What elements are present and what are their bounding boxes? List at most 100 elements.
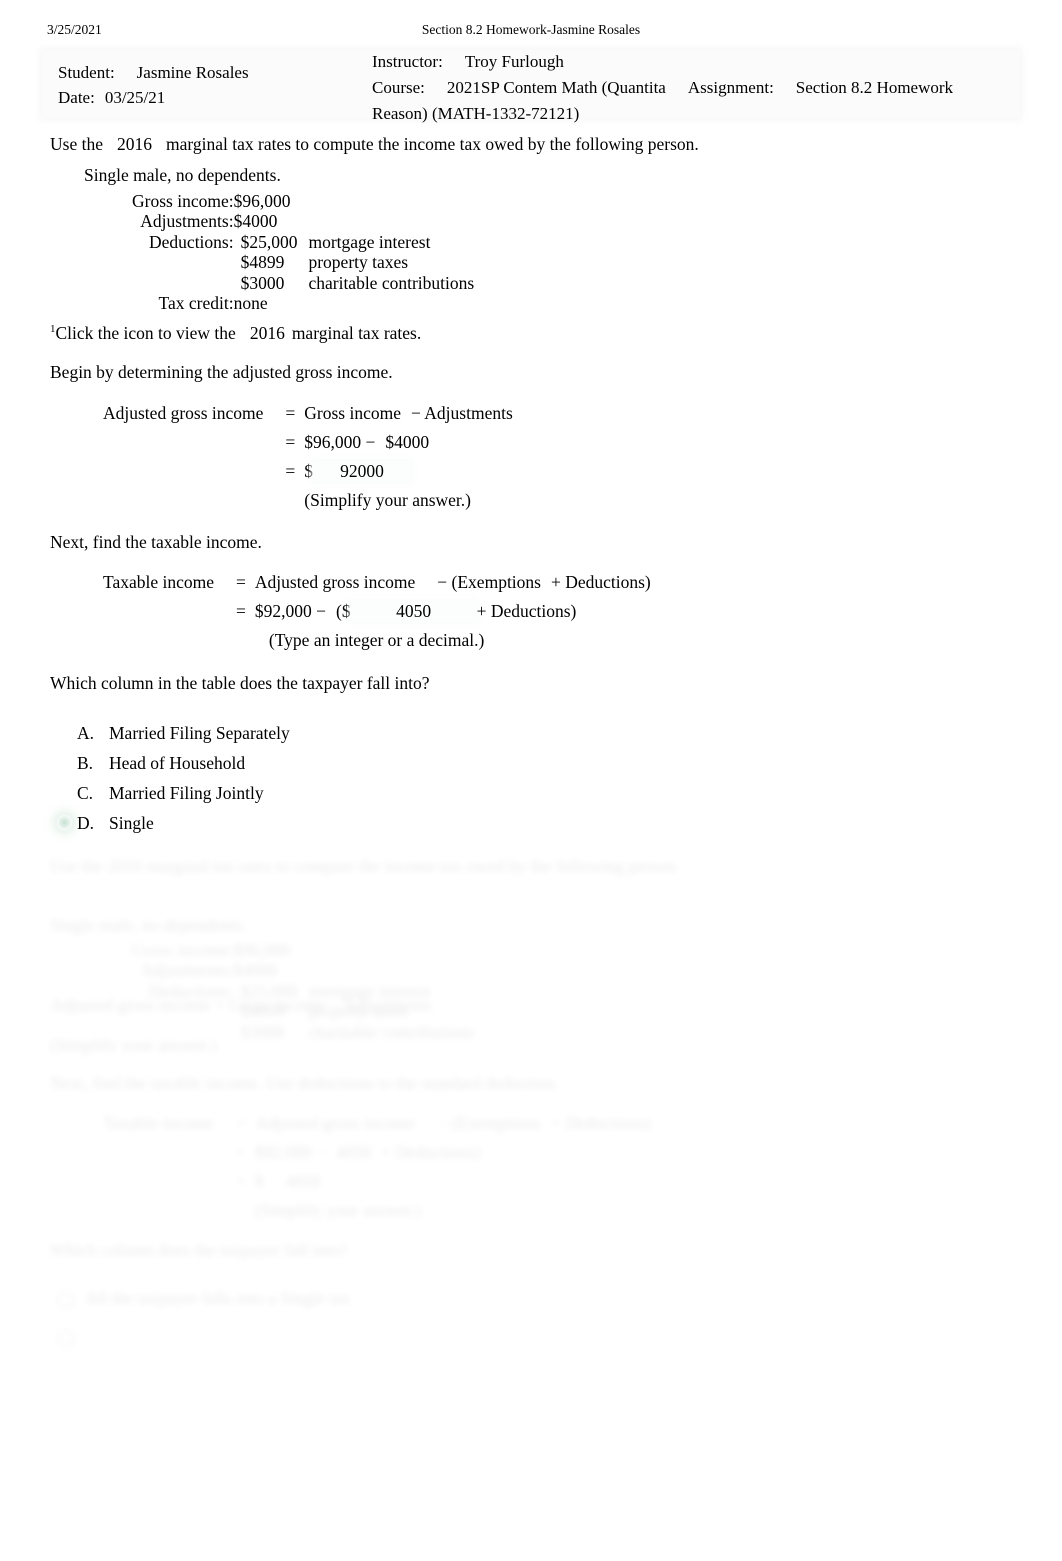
footnote-text-b: marginal tax rates. [291,323,422,343]
header-student-row: Student: Jasmine Rosales [58,60,249,85]
fact-note [297,191,474,211]
date-label: Date: [58,88,95,107]
taxable-equation-table: Taxable income = Adjusted gross income − … [103,572,651,659]
ghost-agi-row1: Adjusted gross income = Gross income − A… [50,995,432,1015]
ghost-eq-row-2: = $92,000 − 4050 + Deductions) [103,1142,651,1171]
fact-note: property taxes [308,252,409,273]
agi-equation-row-3: = $92000 [103,461,513,490]
fact-key: Adjustments: [140,211,234,232]
fact-key: Gross income: [132,191,234,211]
agi-row1-operation: − Adjustments [411,403,513,423]
taxable-intro: Next, find the taxable income. [50,532,262,552]
ghost-fact-note [297,960,474,980]
agi-intro: Begin by determining the adjusted gross … [50,362,393,382]
problem-facts-table: Gross income: $96,000 Adjustments: $4000… [132,191,474,313]
agi-row1-lhs: Adjusted gross income [103,403,264,423]
radio-button-icon[interactable] [57,725,72,740]
taxable-equation-row-2: = $92,000 − ($ 4050 + Deductions) [103,601,651,630]
header-course-row: Course: 2021SP Contem Math (Quantita Assig… [372,75,1017,101]
agi-equation-row-1: Adjusted gross income = Gross income − Ad… [103,403,513,432]
agi-equation-block: Adjusted gross income = Gross income − Ad… [103,403,513,519]
agi-row3-rhs: $92000 [304,461,513,490]
radio-button-icon[interactable] [57,785,72,800]
fact-row: Tax credit: none [132,293,474,313]
mc-question-prompt: Which column in the table does the taxpa… [50,673,430,693]
taxable-row3-spacer [103,630,236,659]
radio-button-selected-icon[interactable] [57,815,72,830]
taxable-row1-exemptions: − (Exemptions [437,572,541,592]
fact-row: Deductions: $25,000 mortgage interest [132,232,474,252]
fact-row: Adjustments: $4000 [132,211,474,231]
agi-dollar-sign: $ [304,461,314,481]
taxable-equation-block: Taxable income = Adjusted gross income − … [103,572,651,659]
ghost-eq-spacer [103,1142,236,1171]
ghost-eq-row-4: (Simplify your answer.) [103,1200,651,1229]
course-name: 2021SP Contem Math (Quantita [446,78,666,97]
taxable-row1-equals: = [236,572,246,592]
fact-value: $25,000 [240,231,298,252]
problem-intro-b: marginal tax rates to compute the income… [165,134,699,154]
ghost-intro: Use the 2016 marginal tax rates to compu… [50,856,680,876]
fact-value: $4899 [240,252,285,273]
fact-note: mortgage interest [308,231,431,252]
header-date-row: Date: 03/25/21 [58,85,249,110]
taxable-row1-deductions: + Deductions) [550,572,651,592]
ghost-eq-row2c: + Deductions) [381,1142,481,1162]
ghost-person: Single male, no dependents. [50,915,247,935]
ghost-taxable-equation: Taxable income = Adjusted gross income − … [103,1113,651,1229]
taxable-row1-rhs: Adjusted gross income − (Exemptions + Dedu… [255,572,651,601]
agi-hint: (Simplify your answer.) [304,490,471,510]
ghost-fact-note: charitable contributions [308,1021,475,1042]
agi-answer-input[interactable]: 92000 [313,461,412,482]
header-course-row-2: Reason) (MATH-1332-72121) [372,101,1017,127]
agi-row2-adjustments: $4000 [385,432,430,452]
taxable-row2-spacer [103,601,236,630]
ghost-eq-spacer-3 [103,1200,236,1229]
mc-choice-label: Married Filing Jointly [109,783,264,803]
agi-row2-gross: $96,000 − [304,432,376,452]
ghost-eq-row3-value: 4050 [285,1171,321,1191]
ghost-eq-rhs-text: Adjusted gross income [254,1113,416,1133]
agi-equation-row-4: (Simplify your answer.) [103,490,513,519]
agi-row2-spacer [103,432,285,461]
agi-row3-spacer [103,461,285,490]
ghost-eq-equals-3: = [236,1171,246,1191]
ghost-choice: All the taxpayer falls into a Single tax [85,1288,351,1308]
mc-choice-label: Head of Household [109,753,246,773]
ghost-eq-row-3: = $4050 [103,1171,651,1200]
problem-footnote[interactable]: 1Click the icon to view the 2016 marginal … [50,323,421,344]
faded-duplicate-region: Use the 2016 marginal tax rates to compu… [0,845,1062,1405]
fact-value: $4000 [233,211,278,232]
ghost-radio-icon [57,1292,74,1309]
taxable-row3-spacer2 [236,630,255,659]
taxable-row2-agi-value: $92,000 − [254,601,327,621]
ghost-eq-equals-2: = [236,1142,246,1162]
agi-row2-equals: = [285,432,296,452]
fact-key: Deductions: [149,231,234,252]
radio-button-icon[interactable] [57,755,72,770]
agi-row1-rhs: Gross income − Adjustments [304,403,513,432]
document-title: Section 8.2 Homework-Jasmine Rosales [421,22,641,37]
mc-choice-letter: C. [77,783,94,803]
ghost-eq-row2a: $92,000 − [254,1142,327,1162]
agi-equation-row-2: = $96,000 − $4000 [103,432,513,461]
exemption-answer-input[interactable]: 4050 [350,601,477,622]
ghost-fact-key: Gross income: [132,940,234,960]
ghost-fact-row: Gross income: $96,000 [132,940,474,960]
mc-choice-label: Married Filing Separately [109,723,290,743]
mc-choice-letter: B. [77,753,94,773]
taxable-hint: (Type an integer or a decimal.) [268,630,485,650]
mc-choice-letter: D. [77,813,95,833]
agi-row1-rhs-text: Gross income [304,403,402,423]
header-instructor-row: Instructor: Troy Furlough [372,49,1017,75]
header-course-block: Instructor: Troy Furlough Course: 2021SP C… [372,49,1017,127]
ghost-eq-row3-dollar: $ [254,1171,264,1191]
fact-value: $96,000 [233,191,291,211]
date-value: 03/25/21 [104,88,166,107]
ghost-question: Which column does the taxpayer fall into… [50,1240,348,1260]
footnote-text-a: Click the icon to view the [55,323,236,343]
ghost-eq-spacer-4 [236,1200,255,1229]
ghost-eq-row-1: Taxable income = Adjusted gross income − … [103,1113,651,1142]
taxable-row2-rhs: $92,000 − ($ 4050 + Deductions) [255,601,651,630]
ghost-fact-value: $3000 [240,1021,285,1042]
